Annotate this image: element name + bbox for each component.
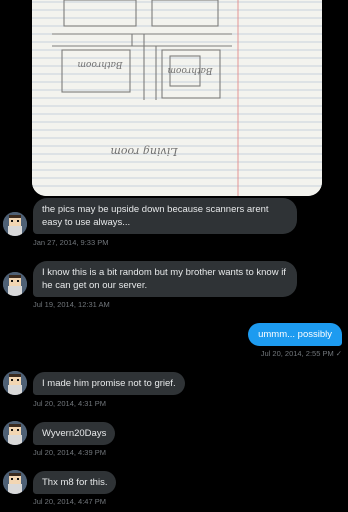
sender-avatar[interactable] — [3, 371, 27, 395]
timestamp-text: Jul 20, 2014, 2:55 PM — [260, 349, 334, 358]
user-avatar-icon — [3, 470, 27, 494]
message-bubble-4[interactable]: I made him promise not to grief. — [33, 372, 185, 395]
message-bubble-2[interactable]: I know this is a bit random but my broth… — [33, 261, 297, 297]
message-text: Wyvern20Days — [42, 428, 107, 439]
message-timestamp: Jan 27, 2014, 9:33 PM — [33, 238, 109, 247]
message-bubble-outgoing[interactable]: ummm... possibly — [248, 323, 342, 346]
label-living-room: Living room — [110, 145, 178, 158]
message-timestamp: Jul 19, 2014, 12:31 AM — [33, 300, 110, 309]
user-avatar-icon — [3, 421, 27, 445]
user-avatar-icon — [3, 272, 27, 296]
message-timestamp: Jul 20, 2014, 4:39 PM — [33, 448, 106, 457]
sender-avatar[interactable] — [3, 212, 27, 236]
message-text: the pics may be upside down because scan… — [42, 204, 269, 228]
sender-avatar[interactable] — [3, 470, 27, 494]
label-bathroom-left: Bathroom — [77, 59, 123, 69]
message-text: ummm... possibly — [258, 329, 332, 340]
image-attachment[interactable]: Bathroom Bathroom Living room — [32, 0, 322, 196]
scanned-notebook-image: Bathroom Bathroom Living room — [32, 0, 322, 196]
message-text: I made him promise not to grief. — [42, 378, 176, 389]
message-timestamp: Jul 20, 2014, 4:47 PM — [33, 497, 106, 506]
sender-avatar[interactable] — [3, 421, 27, 445]
message-bubble-6[interactable]: Thx m8 for this. — [33, 471, 117, 494]
message-timestamp: Jul 20, 2014, 2:55 PM ✓ — [261, 349, 342, 358]
checkmark-icon: ✓ — [335, 349, 342, 358]
message-text: Thx m8 for this. — [42, 477, 108, 488]
label-bathroom-right: Bathroom — [167, 65, 213, 75]
message-timestamp: Jul 20, 2014, 4:31 PM — [33, 399, 106, 408]
sender-avatar[interactable] — [3, 272, 27, 296]
message-bubble-5[interactable]: Wyvern20Days — [33, 422, 116, 445]
message-bubble-1[interactable]: the pics may be upside down because scan… — [33, 198, 297, 234]
message-text: I know this is a bit random but my broth… — [42, 267, 286, 291]
user-avatar-icon — [3, 371, 27, 395]
user-avatar-icon — [3, 212, 27, 236]
